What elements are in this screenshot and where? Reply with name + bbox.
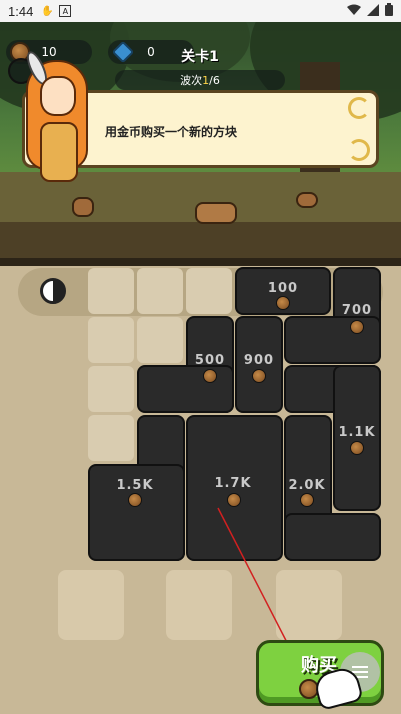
status-bar: 1:44 ✋ A xyxy=(0,0,401,22)
menu-icon xyxy=(352,671,368,673)
signal-icon xyxy=(367,3,379,19)
wifi-icon xyxy=(347,4,361,19)
hint-arrow xyxy=(217,507,298,661)
status-time: 1:44 xyxy=(8,3,34,19)
menu-icon xyxy=(352,666,368,668)
a-icon: A xyxy=(59,5,72,17)
hand-icon: ✋ xyxy=(41,5,54,17)
battery-icon xyxy=(385,3,393,19)
